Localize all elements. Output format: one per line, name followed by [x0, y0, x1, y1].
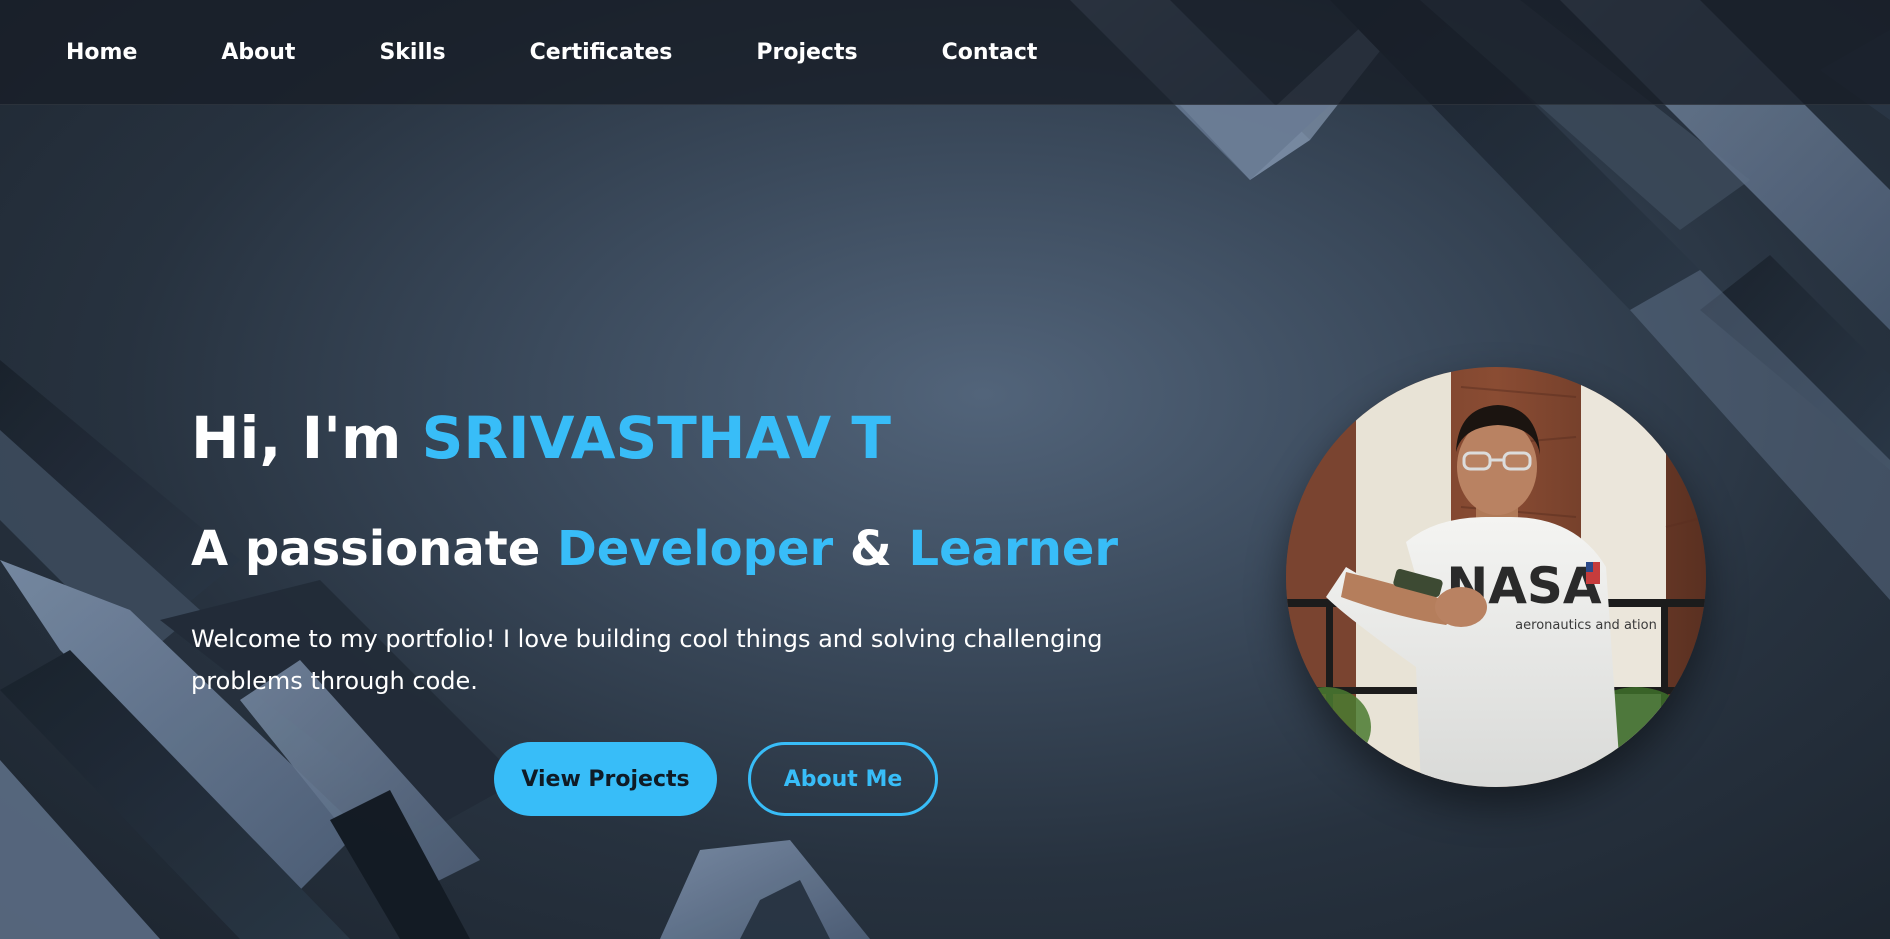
profile-photo-illustration: NASA aeronautics and ation [1286, 367, 1706, 787]
hero-subtitle: A passionate Developer & Learner [191, 520, 1241, 578]
nav-link-home[interactable]: Home [66, 40, 137, 65]
nav-link-skills[interactable]: Skills [379, 40, 445, 65]
subtitle-role-developer: Developer [556, 521, 834, 577]
top-navbar: Home About Skills Certificates Projects … [0, 0, 1890, 105]
subtitle-ampersand: & [833, 521, 909, 577]
nav-link-certificates[interactable]: Certificates [530, 40, 673, 65]
subtitle-prefix: A passionate [191, 521, 557, 577]
hero-buttons: View Projects About Me [494, 742, 938, 816]
hero-name: SRIVASTHAV T [421, 404, 891, 472]
nav-link-about[interactable]: About [221, 40, 295, 65]
hero-section: Hi, I'm SRIVASTHAV T A passionate Develo… [191, 400, 1241, 702]
shirt-subtext: aeronautics and ation [1515, 618, 1657, 633]
nav-link-contact[interactable]: Contact [942, 40, 1038, 65]
nav-link-projects[interactable]: Projects [756, 40, 857, 65]
profile-photo: NASA aeronautics and ation [1286, 367, 1706, 787]
hero-description: Welcome to my portfolio! I love building… [191, 625, 1103, 695]
hero-title: Hi, I'm SRIVASTHAV T [191, 400, 1241, 476]
main-nav: Home About Skills Certificates Projects … [66, 0, 1121, 105]
subtitle-role-learner: Learner [908, 521, 1119, 577]
view-projects-button[interactable]: View Projects [494, 742, 717, 816]
about-me-button[interactable]: About Me [748, 742, 938, 816]
hero-greeting: Hi, I'm [191, 404, 422, 472]
